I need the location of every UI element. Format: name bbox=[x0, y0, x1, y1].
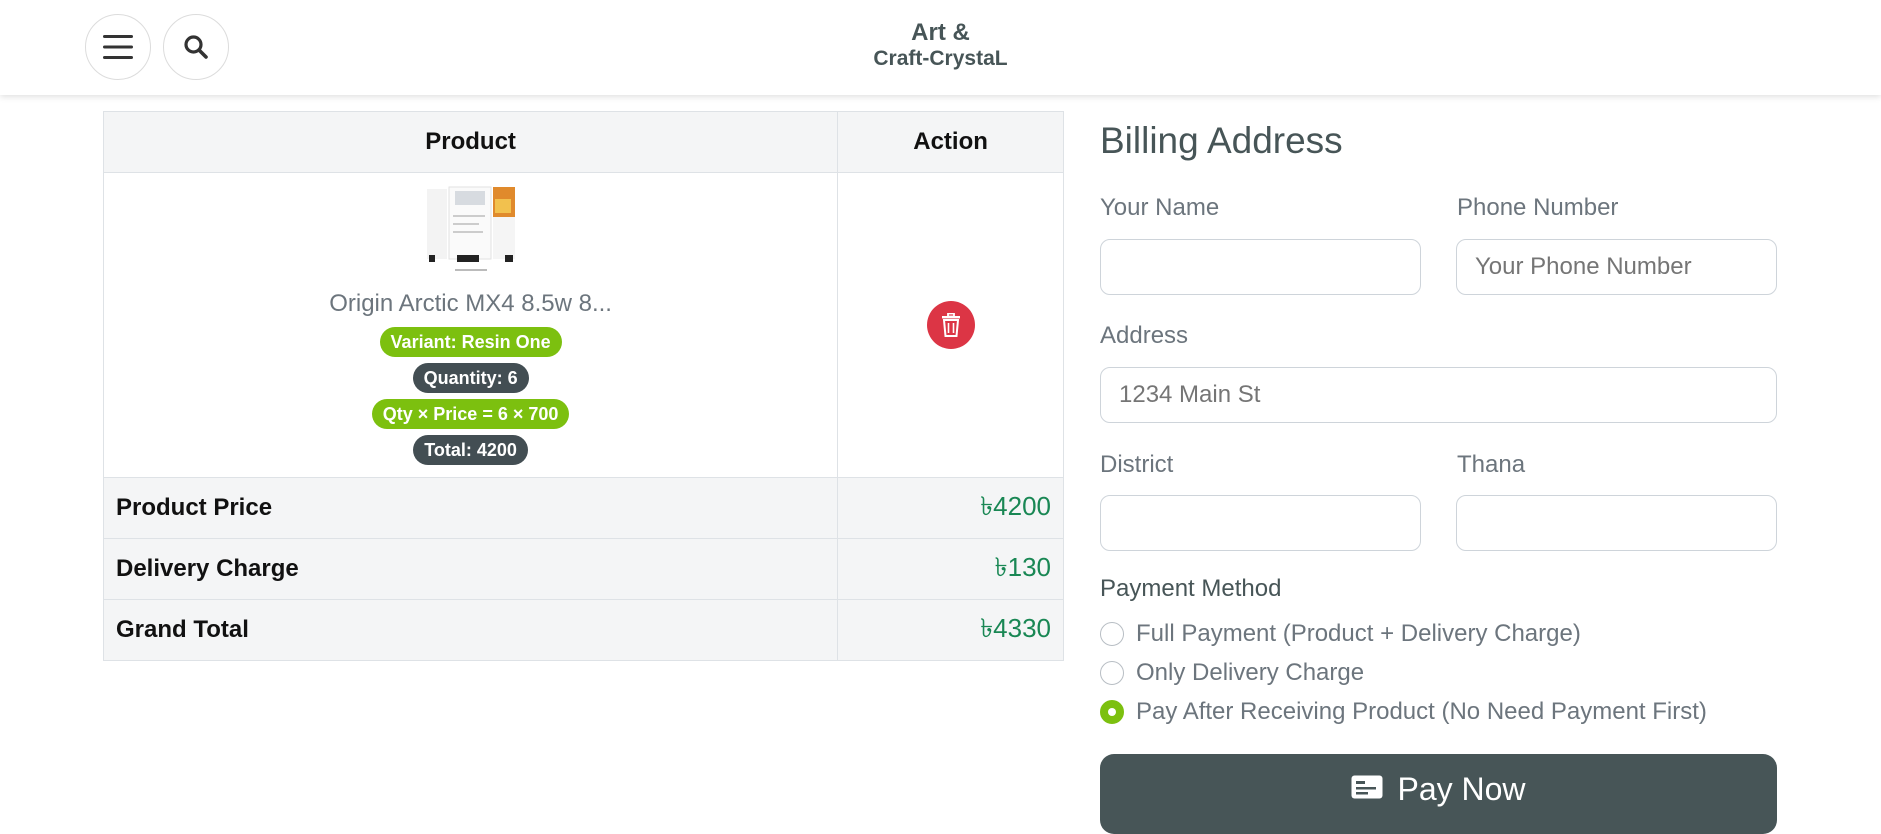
variant-badge: Variant: Resin One bbox=[379, 327, 562, 357]
name-label: Your Name bbox=[1100, 194, 1220, 221]
payment-option-cash-on-delivery[interactable]: Pay After Receiving Product (No Need Pay… bbox=[1100, 698, 1707, 726]
product-thumbnail[interactable] bbox=[424, 185, 517, 273]
radio-button[interactable] bbox=[1100, 661, 1124, 685]
action-cell bbox=[837, 172, 1064, 478]
summary-value: ৳4330 bbox=[837, 599, 1064, 661]
billing-title: Billing Address bbox=[1100, 120, 1343, 161]
phone-label: Phone Number bbox=[1457, 194, 1619, 221]
brand-line-1: Art & bbox=[911, 19, 970, 46]
brand-logo[interactable]: Art & Craft-CrystaL bbox=[0, 20, 1881, 72]
cart-table: Product Action Origin Arctic MX4 8.5w 8.… bbox=[102, 111, 1064, 661]
product-name[interactable]: Origin Arctic MX4 8.5w 8... bbox=[104, 290, 837, 318]
summary-label: Product Price bbox=[102, 477, 839, 539]
summary-value: ৳130 bbox=[837, 538, 1064, 600]
district-label: District bbox=[1100, 451, 1174, 478]
summary-row-grand-total: Grand Total ৳4330 bbox=[102, 599, 1064, 661]
cart-header-row: Product Action bbox=[102, 111, 1064, 173]
summary-row-product-price: Product Price ৳4200 bbox=[102, 477, 1064, 539]
radio-button[interactable] bbox=[1100, 622, 1124, 646]
thana-input[interactable] bbox=[1456, 495, 1777, 551]
payment-option-full[interactable]: Full Payment (Product + Delivery Charge) bbox=[1100, 620, 1581, 648]
payment-option-delivery-only[interactable]: Only Delivery Charge bbox=[1100, 659, 1364, 687]
top-header: Art & Craft-CrystaL bbox=[0, 0, 1881, 95]
summary-label: Grand Total bbox=[102, 599, 839, 661]
district-input[interactable] bbox=[1100, 495, 1421, 551]
address-label: Address bbox=[1100, 322, 1189, 349]
trash-icon bbox=[941, 313, 960, 337]
summary-value: ৳4200 bbox=[837, 477, 1064, 539]
payment-option-label: Pay After Receiving Product (No Need Pay… bbox=[1136, 698, 1707, 725]
payment-option-label: Full Payment (Product + Delivery Charge) bbox=[1136, 620, 1581, 647]
name-input[interactable] bbox=[1100, 239, 1421, 295]
pay-now-label: Pay Now bbox=[1397, 771, 1526, 807]
payment-method-title: Payment Method bbox=[1100, 575, 1282, 602]
column-header-product: Product bbox=[102, 111, 839, 173]
cart-item-row: Origin Arctic MX4 8.5w 8... Variant: Res… bbox=[102, 172, 1064, 478]
payment-card-icon bbox=[1351, 775, 1383, 799]
item-total-badge: Total: 4200 bbox=[413, 435, 528, 465]
summary-row-delivery-charge: Delivery Charge ৳130 bbox=[102, 538, 1064, 600]
radio-button-selected[interactable] bbox=[1100, 700, 1124, 724]
brand-line-2: Craft-CrystaL bbox=[873, 47, 1008, 70]
pay-now-button[interactable]: Pay Now bbox=[1100, 754, 1777, 834]
product-image-icon bbox=[424, 185, 517, 273]
quantity-badge: Quantity: 6 bbox=[412, 363, 529, 393]
column-header-action: Action bbox=[837, 111, 1064, 173]
price-calc-badge: Qty × Price = 6 × 700 bbox=[371, 399, 570, 429]
phone-input[interactable] bbox=[1456, 239, 1777, 295]
thana-label: Thana bbox=[1457, 451, 1526, 478]
address-input[interactable] bbox=[1100, 367, 1777, 423]
product-cell: Origin Arctic MX4 8.5w 8... Variant: Res… bbox=[102, 172, 839, 478]
summary-label: Delivery Charge bbox=[102, 538, 839, 600]
payment-option-label: Only Delivery Charge bbox=[1136, 659, 1365, 686]
delete-item-button[interactable] bbox=[926, 301, 975, 349]
